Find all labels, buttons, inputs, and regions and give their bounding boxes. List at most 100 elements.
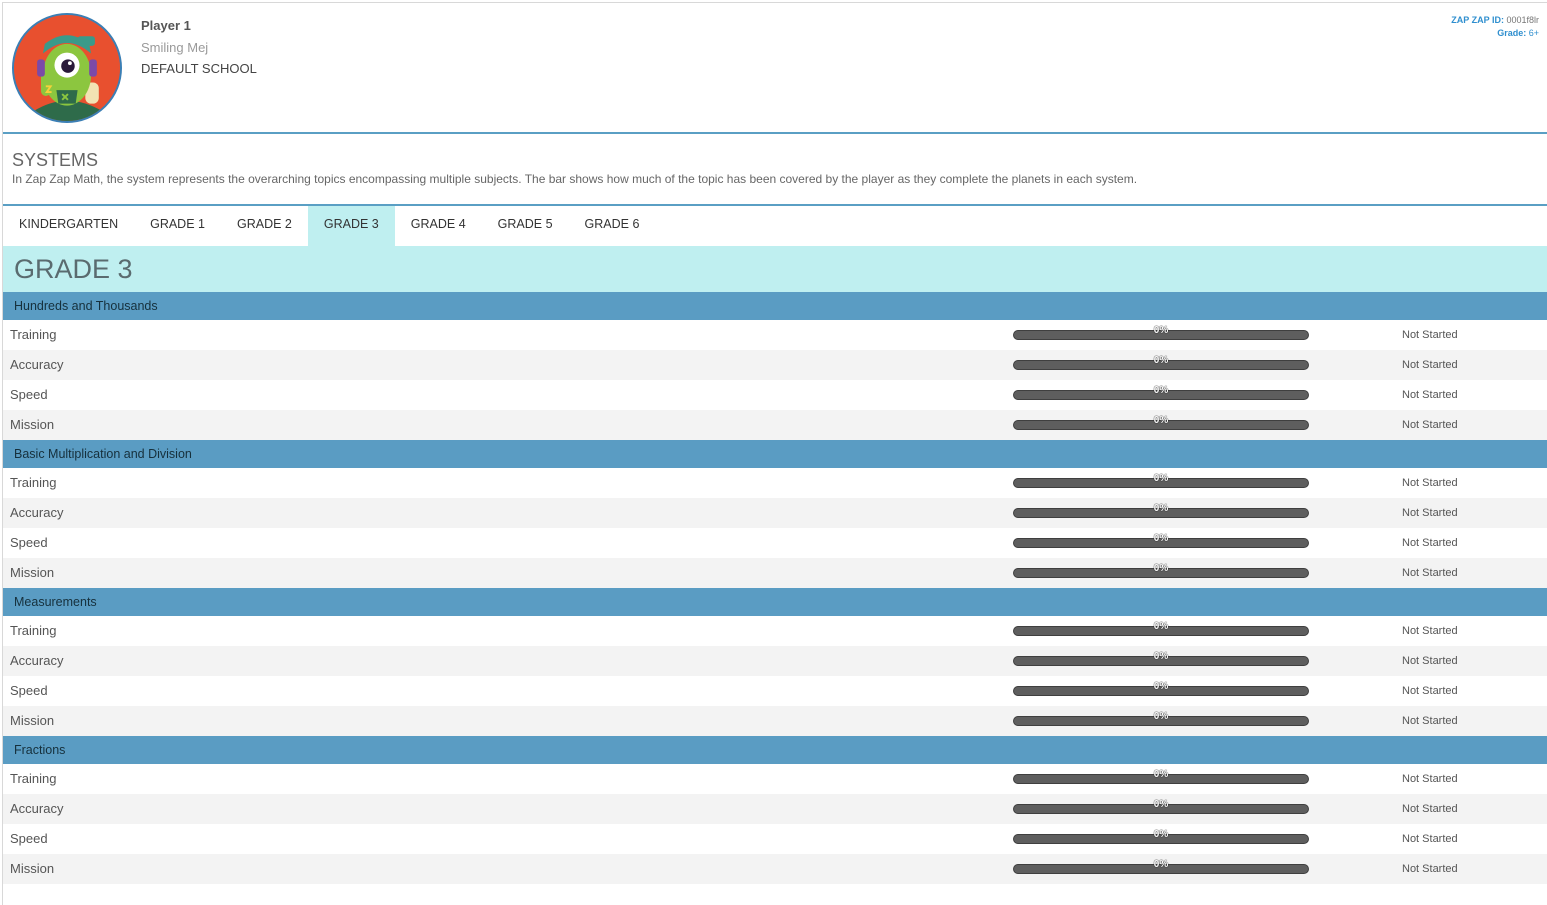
- progress-bar: 0%: [1013, 533, 1309, 548]
- progress-percent: 0%: [1153, 325, 1169, 336]
- row-label: Training: [10, 327, 57, 342]
- table-row: Training 0% Not Started: [3, 468, 1547, 498]
- grade-tabs: KINDERGARTEN GRADE 1 GRADE 2 GRADE 3 GRADE 4…: [3, 206, 1547, 246]
- row-label: Speed: [10, 831, 48, 846]
- status-text: Not Started: [1402, 833, 1458, 845]
- status-text: Not Started: [1402, 359, 1458, 371]
- progress-percent: 0%: [1153, 651, 1169, 662]
- tab-grade-1[interactable]: GRADE 1: [134, 206, 221, 246]
- zap-id-value: 0001f8lr: [1506, 15, 1539, 25]
- row-label: Speed: [10, 387, 48, 402]
- row-label: Accuracy: [10, 653, 64, 668]
- progress-bar: 0%: [1013, 769, 1309, 784]
- status-text: Not Started: [1402, 537, 1458, 549]
- section-title: Fractions: [3, 736, 1547, 764]
- progress-percent: 0%: [1153, 473, 1169, 484]
- progress-bar: 0%: [1013, 799, 1309, 814]
- row-label: Training: [10, 623, 57, 638]
- status-text: Not Started: [1402, 567, 1458, 579]
- table-row: Accuracy 0% Not Started: [3, 350, 1547, 380]
- status-text: Not Started: [1402, 419, 1458, 431]
- progress-bar: 0%: [1013, 385, 1309, 400]
- zap-id-line: ZAP ZAP ID: 0001f8lr: [1451, 14, 1539, 27]
- system-sections: Hundreds and Thousands Training 0% Not Star…: [3, 292, 1547, 884]
- grade-line: Grade: 6+: [1451, 27, 1539, 40]
- row-label: Mission: [10, 417, 55, 432]
- progress-percent: 0%: [1153, 503, 1169, 514]
- table-row: Training 0% Not Started: [3, 320, 1547, 350]
- player-id-box: ZAP ZAP ID: 0001f8lr Grade: 6+: [1451, 14, 1539, 40]
- player-school: DEFAULT SCHOOL: [141, 61, 257, 76]
- progress-bar: 0%: [1013, 711, 1309, 726]
- table-row: Accuracy 0% Not Started: [3, 646, 1547, 676]
- row-label: Speed: [10, 535, 48, 550]
- tab-grade-6[interactable]: GRADE 6: [569, 206, 656, 246]
- progress-bar: 0%: [1013, 829, 1309, 844]
- grade-title: GRADE 3: [3, 246, 1547, 292]
- row-label: Training: [10, 771, 57, 786]
- progress-bar: 0%: [1013, 325, 1309, 340]
- row-label: Training: [10, 475, 57, 490]
- row-label: Accuracy: [10, 801, 64, 816]
- progress-percent: 0%: [1153, 681, 1169, 692]
- green-one-eyed-alien-avatar-icon: [12, 13, 122, 123]
- player-name: Player 1: [141, 18, 191, 33]
- status-text: Not Started: [1402, 389, 1458, 401]
- systems-title: SYSTEMS: [12, 150, 99, 170]
- progress-percent: 0%: [1153, 711, 1169, 722]
- progress-bar: 0%: [1013, 681, 1309, 696]
- status-text: Not Started: [1402, 803, 1458, 815]
- progress-percent: 0%: [1153, 621, 1169, 632]
- table-row: Mission 0% Not Started: [3, 854, 1547, 884]
- status-text: Not Started: [1402, 685, 1458, 697]
- table-row: Mission 0% Not Started: [3, 410, 1547, 440]
- table-row: Accuracy 0% Not Started: [3, 498, 1547, 528]
- tab-grade-3[interactable]: GRADE 3: [307, 206, 395, 246]
- status-text: Not Started: [1402, 655, 1458, 667]
- status-text: Not Started: [1402, 863, 1458, 875]
- progress-bar: 0%: [1013, 621, 1309, 636]
- row-label: Mission: [10, 713, 55, 728]
- progress-bar: 0%: [1013, 563, 1309, 578]
- progress-percent: 0%: [1153, 829, 1169, 840]
- progress-percent: 0%: [1153, 385, 1169, 396]
- table-row: Speed 0% Not Started: [3, 528, 1547, 558]
- progress-bar: 0%: [1013, 415, 1309, 430]
- progress-percent: 0%: [1153, 769, 1169, 780]
- table-row: Training 0% Not Started: [3, 764, 1547, 794]
- progress-bar: 0%: [1013, 503, 1309, 518]
- status-text: Not Started: [1402, 477, 1458, 489]
- player-report-page: Player 1 Smiling Mej DEFAULT SCHOOL ZAP …: [2, 2, 1547, 905]
- progress-bar: 0%: [1013, 651, 1309, 666]
- table-row: Speed 0% Not Started: [3, 380, 1547, 410]
- section-title: Basic Multiplication and Division: [3, 440, 1547, 468]
- tab-grade-2[interactable]: GRADE 2: [221, 206, 308, 246]
- tab-grade-5[interactable]: GRADE 5: [482, 206, 569, 246]
- tab-kindergarten[interactable]: KINDERGARTEN: [3, 206, 134, 246]
- progress-percent: 0%: [1153, 799, 1169, 810]
- table-row: Mission 0% Not Started: [3, 558, 1547, 588]
- progress-bar: 0%: [1013, 859, 1309, 874]
- row-label: Speed: [10, 683, 48, 698]
- status-text: Not Started: [1402, 507, 1458, 519]
- grade-label: Grade:: [1497, 28, 1527, 38]
- row-label: Accuracy: [10, 357, 64, 372]
- status-text: Not Started: [1402, 625, 1458, 637]
- section-title: Measurements: [3, 588, 1547, 616]
- systems-description: In Zap Zap Math, the system represents t…: [12, 172, 1138, 186]
- progress-percent: 0%: [1153, 415, 1169, 426]
- progress-percent: 0%: [1153, 533, 1169, 544]
- status-text: Not Started: [1402, 329, 1458, 341]
- tab-grade-4[interactable]: GRADE 4: [395, 206, 482, 246]
- grade-value: 6+: [1528, 28, 1539, 38]
- profile-header: Player 1 Smiling Mej DEFAULT SCHOOL ZAP …: [3, 3, 1547, 134]
- progress-percent: 0%: [1153, 859, 1169, 870]
- player-nickname: Smiling Mej: [141, 40, 209, 55]
- progress-percent: 0%: [1153, 355, 1169, 366]
- table-row: Speed 0% Not Started: [3, 676, 1547, 706]
- status-text: Not Started: [1402, 715, 1458, 727]
- row-label: Accuracy: [10, 505, 64, 520]
- table-row: Speed 0% Not Started: [3, 824, 1547, 854]
- row-label: Mission: [10, 565, 55, 580]
- table-row: Accuracy 0% Not Started: [3, 794, 1547, 824]
